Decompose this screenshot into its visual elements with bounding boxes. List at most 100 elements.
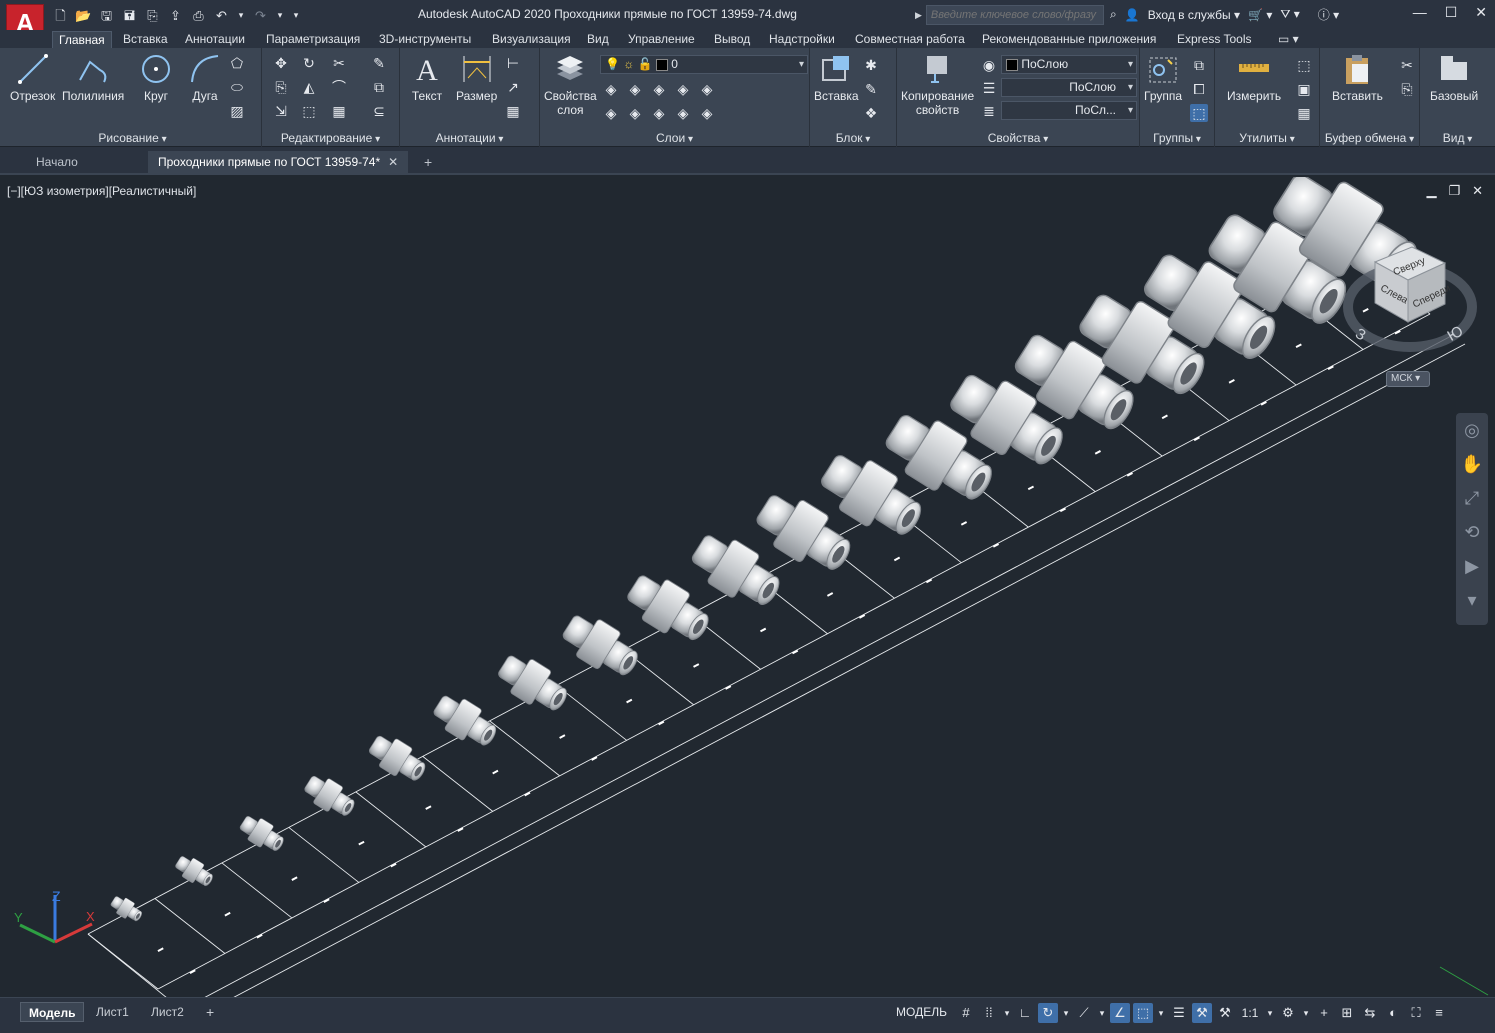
calculator-icon[interactable]: ▦ <box>1295 104 1313 122</box>
web-save-icon[interactable]: ⎘ <box>144 7 161 24</box>
measure-button[interactable]: Измерить <box>1227 52 1281 103</box>
plot-icon[interactable]: ⎙ <box>190 7 207 24</box>
showmotion-icon[interactable]: ▶ <box>1456 549 1488 583</box>
leader-icon[interactable]: ↗ <box>504 78 522 96</box>
tab-3d-tools[interactable]: 3D-инструменты <box>373 31 477 48</box>
steering-wheel-icon[interactable]: ◎ <box>1456 413 1488 447</box>
search-input[interactable] <box>925 5 1104 25</box>
tab-express-tools[interactable]: Express Tools <box>1171 31 1257 48</box>
match-properties-button[interactable]: Копирование свойств <box>901 52 974 117</box>
fitting-model[interactable] <box>300 770 359 822</box>
expand-search-icon[interactable]: ▶ <box>915 10 922 21</box>
panel-title-properties[interactable]: Свойства <box>897 131 1139 145</box>
customize-qat-icon[interactable]: ▾ <box>291 7 301 24</box>
workspace-dropdown-icon[interactable]: ▾ <box>1301 1003 1311 1023</box>
workspace-gear-icon[interactable]: ⚙ <box>1278 1003 1298 1023</box>
layer-tool-3-icon[interactable]: ◈ <box>650 80 668 98</box>
lineweight-icon[interactable]: ≣ <box>980 102 998 120</box>
isodraft-icon[interactable]: ⟋ <box>1074 1003 1094 1023</box>
publish-icon[interactable]: ⇪ <box>167 7 184 24</box>
layer-tool-2-icon[interactable]: ◈ <box>626 80 644 98</box>
layer-tool-4-icon[interactable]: ◈ <box>674 80 692 98</box>
annotation-visibility-icon[interactable]: ⚒ <box>1192 1003 1212 1023</box>
drawing-viewport[interactable]: Z Y X Сверху Слева Спереди Ю З [−][ЮЗ из… <box>0 177 1495 997</box>
snap-icon[interactable]: ⁞⁞ <box>979 1003 999 1023</box>
start-tab[interactable]: Начало <box>26 151 88 175</box>
trim-icon[interactable]: ✂ <box>330 54 348 72</box>
signin-button[interactable]: Вход в службы ▾ <box>1148 8 1240 22</box>
navbar-menu-icon[interactable]: ▾ <box>1456 583 1488 617</box>
polar-dropdown-icon[interactable]: ▾ <box>1061 1003 1071 1023</box>
select-all-icon[interactable]: ▣ <box>1295 80 1313 98</box>
block-attribute-icon[interactable]: ❖ <box>862 104 880 122</box>
viewport-close-icon[interactable]: ✕ <box>1472 183 1483 199</box>
group-selection-icon[interactable]: ⬚ <box>1190 104 1208 122</box>
panel-title-groups[interactable]: Группы <box>1140 131 1214 145</box>
ortho-icon[interactable]: ∟ <box>1015 1003 1035 1023</box>
cut-icon[interactable]: ✂ <box>1398 56 1416 74</box>
panel-title-annotation[interactable]: Аннотации <box>400 131 539 145</box>
lineweight-dropdown[interactable]: ПоСл... <box>1001 101 1137 120</box>
panel-title-modify[interactable]: Редактирование <box>262 131 399 145</box>
drawing-tab[interactable]: Проходники прямые по ГОСТ 13959-74* ✕ <box>148 151 409 175</box>
move-icon[interactable]: ✥ <box>272 54 290 72</box>
explode-icon[interactable]: ⧉ <box>370 78 388 96</box>
fullscreen-icon[interactable]: ⛶ <box>1406 1003 1426 1023</box>
isodraft-dropdown-icon[interactable]: ▾ <box>1097 1003 1107 1023</box>
viewport-minimize-icon[interactable]: ▁ <box>1426 183 1436 199</box>
panel-title-layers[interactable]: Слои <box>540 131 809 145</box>
new-tab-icon[interactable]: + <box>414 151 442 175</box>
layer-properties-button[interactable]: Свойства слоя <box>544 52 597 117</box>
add-layout-icon[interactable]: + <box>198 1002 222 1022</box>
units-icon[interactable]: ⊞ <box>1337 1003 1357 1023</box>
model-space-toggle[interactable]: МОДЕЛЬ <box>896 1005 947 1019</box>
maximize-icon[interactable]: ☐ <box>1445 4 1458 21</box>
tab-featured-apps[interactable]: Рекомендованные приложения <box>976 31 1162 48</box>
object-snap-icon[interactable]: ⬚ <box>1133 1003 1153 1023</box>
scale-icon[interactable]: ⬚ <box>300 102 318 120</box>
wcs-menu[interactable]: МСК ▾ <box>1386 371 1430 387</box>
grid-icon[interactable]: # <box>956 1003 976 1023</box>
viewport-restore-icon[interactable]: ❐ <box>1448 183 1460 199</box>
model-scene[interactable]: Z Y X Сверху Слева Спереди Ю З <box>0 177 1495 997</box>
snap-dropdown-icon[interactable]: ▾ <box>1002 1003 1012 1023</box>
group-button[interactable]: Группа <box>1144 52 1182 103</box>
layer-tool-8-icon[interactable]: ◈ <box>650 104 668 122</box>
object-snap-tracking-icon[interactable]: ∠ <box>1110 1003 1130 1023</box>
annotation-monitor-icon[interactable]: + <box>1314 1003 1334 1023</box>
user-icon[interactable]: 👤 <box>1125 8 1140 22</box>
ribbon-minimize-icon[interactable]: ▭ ▾ <box>1272 31 1305 48</box>
redo-dropdown-icon[interactable]: ▾ <box>275 7 285 24</box>
quick-properties-icon[interactable]: ⇆ <box>1360 1003 1380 1023</box>
arc-button[interactable]: Дуга <box>188 52 222 103</box>
edit-block-icon[interactable]: ✎ <box>862 80 880 98</box>
linetype-icon[interactable]: ☰ <box>980 79 998 97</box>
exchange-icon[interactable]: ⛛ ▾ <box>1280 7 1299 22</box>
fitting-model[interactable] <box>236 811 288 856</box>
table-icon[interactable]: ▦ <box>504 102 522 120</box>
cart-icon[interactable]: 🛒 ▾ <box>1248 8 1272 22</box>
color-dropdown[interactable]: ПоСлою <box>1001 55 1137 74</box>
scale-dropdown-icon[interactable]: ▾ <box>1265 1003 1275 1023</box>
fitting-model[interactable] <box>429 689 503 754</box>
customize-menu-icon[interactable]: ≡ <box>1429 1003 1449 1023</box>
tab-home[interactable]: Главная <box>52 31 112 48</box>
undo-dropdown-icon[interactable]: ▾ <box>236 7 246 24</box>
circle-button[interactable]: Круг <box>139 52 173 103</box>
polygon-icon[interactable]: ⬠ <box>228 54 246 72</box>
quick-select-icon[interactable]: ⬚ <box>1295 56 1313 74</box>
paste-button[interactable]: Вставить <box>1332 52 1383 103</box>
tab-collaborate[interactable]: Совместная работа <box>849 31 971 48</box>
auto-scale-icon[interactable]: ⚒ <box>1215 1003 1235 1023</box>
layout-tab-sheet1[interactable]: Лист1 <box>88 1002 137 1022</box>
linear-dim-icon[interactable]: ⊢ <box>504 54 522 72</box>
polyline-button[interactable]: Полилиния <box>62 52 124 103</box>
close-icon[interactable]: ✕ <box>1475 4 1487 21</box>
fitting-model[interactable] <box>557 607 646 685</box>
new-file-icon[interactable]: 🗋 <box>52 7 69 24</box>
fitting-model[interactable] <box>172 852 216 891</box>
tab-visualize[interactable]: Визуализация <box>486 31 577 48</box>
fillet-icon[interactable]: ⌒ <box>330 78 348 96</box>
color-wheel-icon[interactable]: ◉ <box>980 56 998 74</box>
binoculars-icon[interactable]: ⌕ <box>1110 7 1117 22</box>
